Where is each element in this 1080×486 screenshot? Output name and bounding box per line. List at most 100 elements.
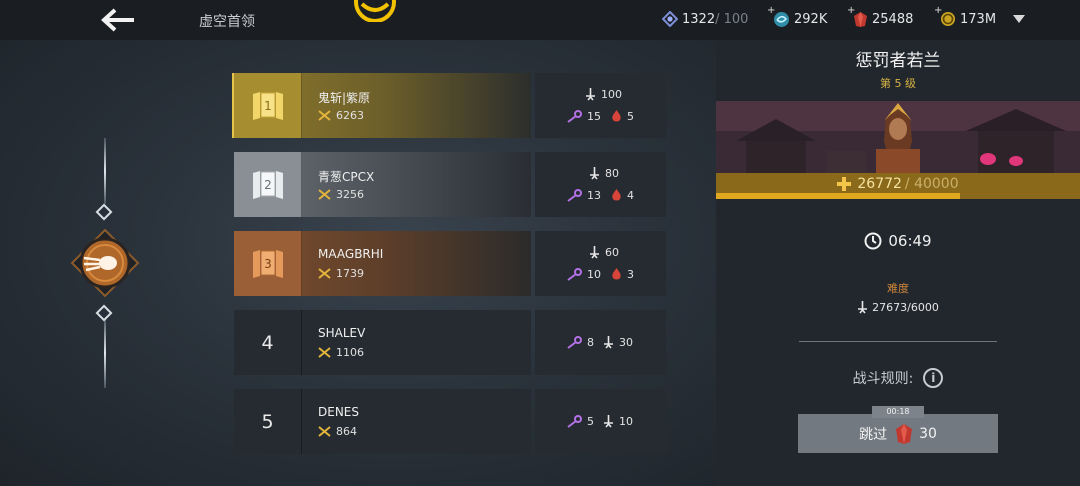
energy-value: 1322 [682, 11, 716, 27]
leaderboard-row-4[interactable]: 4 SHALEV 1106 8 30 [234, 310, 666, 375]
ruby-stat: 5 [611, 110, 634, 123]
sword-icon [604, 415, 613, 428]
arrow-left-icon [101, 8, 134, 32]
damage-stat: 10 [603, 415, 633, 428]
svg-text:2: 2 [264, 178, 272, 192]
sword-icon [604, 336, 613, 349]
svg-text:3: 3 [264, 257, 272, 271]
energy-cap: / 100 [715, 11, 749, 27]
crossed-swords-icon [318, 189, 331, 200]
boss-info-panel: 惩罚者若兰 第 5 级 26772/ 40000 06:49 难度 27673/… [716, 40, 1080, 486]
rank-badge: 3 [234, 231, 302, 296]
crossed-swords-icon [318, 347, 331, 358]
orb-icon [774, 12, 789, 27]
coin-resource[interactable]: + 173M [934, 5, 997, 27]
track-node [95, 304, 113, 322]
coin-icon [941, 12, 955, 26]
battle-rules: 战斗规则: i [716, 368, 1080, 388]
flame-icon [612, 110, 621, 122]
boss-hp-bar: 26772/ 40000 [716, 173, 1080, 199]
orb-resource[interactable]: + 292K [767, 5, 828, 28]
player-card: 5 DENES 864 [234, 389, 531, 454]
flame-icon [612, 189, 621, 201]
player-card: 2 青葱CPCX 3256 [234, 152, 531, 217]
bronze-banner-icon: 3 [252, 249, 283, 278]
silver-banner-icon: 2 [252, 170, 283, 199]
info-icon[interactable]: i [923, 368, 944, 388]
skip-cooldown-timer: 00:18 [872, 406, 924, 418]
damage-stat: 60 [589, 246, 619, 259]
player-power: 6263 [318, 109, 364, 122]
rank-badge: 5 [234, 389, 302, 454]
boss-hp-text: 26772/ 40000 [716, 176, 1080, 192]
key-icon [567, 336, 582, 349]
battle-timer: 06:49 [716, 232, 1080, 250]
chevron-down-icon[interactable] [1012, 14, 1026, 24]
top-bar: 虚空首领 1322 / 100 + 292K + 25488 + 173M [0, 0, 1080, 40]
damage-stat: 100 [585, 88, 622, 101]
boss-hp-fill [716, 193, 960, 199]
boss-mode-medal-icon[interactable] [70, 228, 140, 298]
damage-stat: 30 [603, 336, 633, 349]
skip-button[interactable]: 跳过 30 [798, 414, 998, 453]
boss-name: 惩罚者若兰 [855, 51, 941, 71]
key-icon [567, 110, 582, 123]
damage-stat: 80 [589, 167, 619, 180]
player-power: 1739 [318, 267, 364, 280]
sword-icon [590, 167, 599, 180]
key-icon [567, 268, 582, 281]
boss-portrait-image [716, 101, 1080, 173]
ruby-resource[interactable]: + 25488 [847, 5, 914, 28]
progress-track [104, 318, 106, 388]
leaderboard-row-3[interactable]: 3 MAAGBRHI 1739 60 10 3 [234, 231, 666, 296]
ruby-value: 25488 [872, 12, 914, 27]
sword-icon [586, 88, 595, 101]
energy-gem-icon [662, 11, 678, 27]
sword-icon [590, 246, 599, 259]
player-name: SHALEV [318, 326, 366, 340]
reward-card: 100 15 5 [535, 73, 666, 138]
key-stat: 15 [567, 110, 601, 123]
key-stat: 8 [567, 336, 594, 349]
progress-track [104, 138, 106, 204]
crossed-swords-icon [318, 110, 331, 121]
reward-card: 80 13 4 [535, 152, 666, 217]
crossed-swords-icon [318, 268, 331, 279]
leaderboard-row-5[interactable]: 5 DENES 864 5 10 [234, 389, 666, 454]
rank-badge: 4 [234, 310, 302, 375]
health-plus-icon [837, 177, 852, 191]
divider [799, 341, 997, 342]
player-name: 鬼斩|紫原 [318, 91, 371, 105]
player-power: 3256 [318, 188, 364, 201]
clock-icon [864, 232, 882, 250]
leaderboard-row-1[interactable]: 1 鬼斩|紫原 6263 100 15 5 [232, 73, 666, 138]
page-title: 虚空首领 [199, 14, 255, 30]
player-power: 1106 [318, 346, 364, 359]
player-card: 3 MAAGBRHI 1739 [234, 231, 531, 296]
orb-value: 292K [794, 12, 828, 27]
energy-resource[interactable]: 1322 / 100 [662, 11, 748, 27]
key-stat: 13 [567, 189, 601, 202]
player-name: DENES [318, 405, 359, 419]
reward-card: 60 10 3 [535, 231, 666, 296]
player-name: 青葱CPCX [318, 170, 375, 184]
difficulty-label: 难度 [887, 282, 909, 295]
boss-level: 第 5 级 [880, 77, 916, 90]
back-button[interactable] [96, 4, 140, 36]
plus-icon[interactable]: + [767, 5, 775, 16]
ruby-icon [896, 423, 913, 444]
key-icon [567, 415, 582, 428]
coin-value: 173M [960, 11, 997, 27]
ruby-stat: 4 [611, 189, 634, 202]
plus-icon[interactable]: + [847, 5, 855, 16]
player-card: 4 SHALEV 1106 [234, 310, 531, 375]
rank-number: 4 [261, 331, 274, 354]
leaderboard-row-2[interactable]: 2 青葱CPCX 3256 80 13 4 [234, 152, 666, 217]
key-stat: 10 [567, 268, 601, 281]
sword-icon [858, 301, 868, 314]
reward-card: 5 10 [535, 389, 666, 454]
reward-card: 8 30 [535, 310, 666, 375]
player-power: 864 [318, 425, 357, 438]
plus-icon[interactable]: + [934, 5, 942, 16]
skip-label: 跳过 [859, 426, 888, 443]
